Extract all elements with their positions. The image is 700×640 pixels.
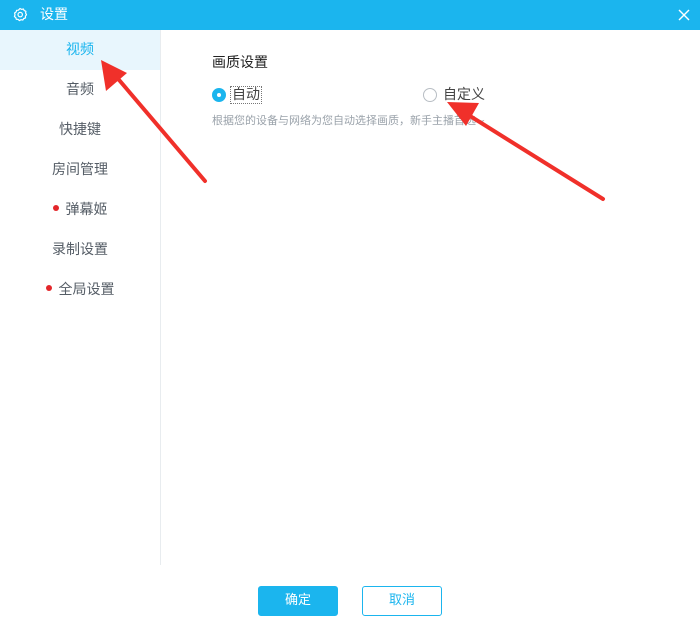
sidebar-item-label: 音频	[66, 82, 94, 98]
sidebar-item-label: 弹幕姬	[65, 202, 108, 218]
settings-window: 设置 视频 音频 快捷键 房间管理 弹幕姬 录制设置 全局设置 画质设置 自动 …	[0, 0, 700, 640]
sidebar-item-label: 快捷键	[59, 122, 101, 138]
sidebar-item-label: 房间管理	[52, 162, 108, 178]
sidebar: 视频 音频 快捷键 房间管理 弹幕姬 录制设置 全局设置	[0, 30, 161, 565]
radio-checked-icon	[212, 88, 226, 102]
sidebar-item-danmaku[interactable]: 弹幕姬	[0, 190, 160, 230]
sidebar-item-video[interactable]: 视频	[0, 30, 160, 70]
radio-label: 自动	[230, 86, 262, 104]
gear-icon	[13, 7, 28, 22]
quality-hint: 根据您的设备与网络为您自动选择画质，新手主播首选~	[212, 114, 486, 127]
sidebar-item-audio[interactable]: 音频	[0, 70, 160, 110]
radio-unchecked-icon	[423, 88, 437, 102]
cancel-button[interactable]: 取消	[362, 586, 442, 616]
close-icon[interactable]	[674, 5, 694, 25]
sidebar-item-label: 录制设置	[52, 242, 108, 258]
sidebar-item-shortcuts[interactable]: 快捷键	[0, 110, 160, 150]
sidebar-item-label: 全局设置	[58, 282, 115, 298]
window-title: 设置	[40, 7, 68, 23]
sidebar-item-label: 视频	[66, 42, 94, 58]
section-title-quality: 画质设置	[212, 55, 268, 71]
confirm-button[interactable]: 确定	[258, 586, 338, 616]
radio-label: 自定义	[443, 87, 485, 103]
notification-dot	[45, 285, 52, 291]
notification-dot	[52, 205, 59, 211]
sidebar-item-global[interactable]: 全局设置	[0, 270, 160, 310]
sidebar-item-room-management[interactable]: 房间管理	[0, 150, 160, 190]
title-bar[interactable]: 设置	[0, 0, 700, 30]
sidebar-item-recording[interactable]: 录制设置	[0, 230, 160, 270]
